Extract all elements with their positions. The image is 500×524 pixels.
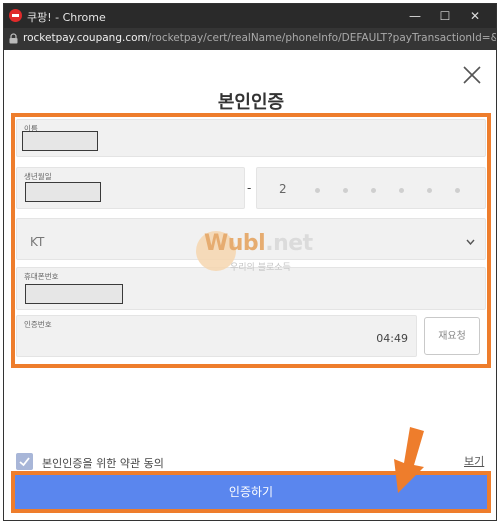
watermark-subtitle: 우리의 블로소득 bbox=[230, 263, 291, 273]
minimize-button[interactable]: — bbox=[406, 7, 424, 25]
url-path: /rocketpay/cert/realName/phoneInfo/DEFAU… bbox=[147, 32, 497, 44]
coupang-favicon-icon bbox=[9, 9, 22, 22]
close-icon[interactable] bbox=[461, 64, 483, 86]
window-title: 쿠팡! - Chrome bbox=[27, 11, 106, 24]
browser-window: 쿠팡! - Chrome — ☐ ✕ rocketpay.coupang.com… bbox=[3, 3, 497, 521]
url-text[interactable]: rocketpay.coupang.com/rocketpay/cert/rea… bbox=[23, 32, 497, 44]
verification-page: 본인인증 이름 생년월일 - 2 KT 휴대폰번호 인증번호 04:49 재요청… bbox=[4, 50, 496, 520]
checkmark-icon bbox=[19, 457, 30, 467]
agreement-label: 본인인증을 위한 약관 동의 bbox=[42, 457, 164, 470]
title-bar: 쿠팡! - Chrome — ☐ ✕ bbox=[4, 4, 496, 28]
agreement-checkbox[interactable] bbox=[16, 453, 33, 470]
pointer-arrow-icon bbox=[394, 427, 424, 493]
close-window-button[interactable]: ✕ bbox=[466, 7, 484, 25]
address-bar[interactable]: rocketpay.coupang.com/rocketpay/cert/rea… bbox=[4, 28, 497, 50]
view-terms-link[interactable]: 보기 bbox=[464, 453, 484, 469]
page-title: 본인인증 bbox=[217, 92, 285, 113]
lock-icon bbox=[9, 33, 18, 44]
watermark-logo: Wubl.net 우리의 블로소득 bbox=[190, 229, 313, 279]
watermark-logo-text: Wubl.net bbox=[204, 231, 313, 256]
url-host: rocketpay.coupang.com bbox=[23, 32, 148, 44]
maximize-button[interactable]: ☐ bbox=[436, 7, 454, 25]
